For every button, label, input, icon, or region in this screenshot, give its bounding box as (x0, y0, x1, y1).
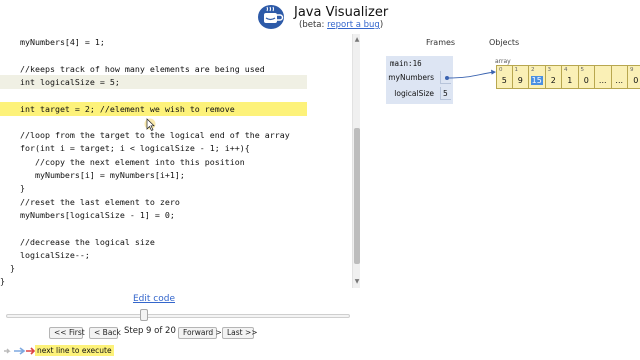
var-value-mynumbers (440, 71, 451, 84)
array-cell: 2 15 (529, 65, 546, 89)
header: Java Visualizer (beta: report a bug) (0, 0, 640, 34)
first-button[interactable]: << First (49, 327, 85, 339)
array-cell-index: 1 (514, 67, 519, 73)
array-type-label: array (495, 58, 511, 65)
scroll-down-icon[interactable]: ▼ (353, 278, 360, 286)
code-line: } (0, 263, 15, 274)
arrow-legend-icon (4, 347, 36, 355)
subtitle-suffix: ) (379, 20, 384, 30)
var-name-logicalsize: logicalSize (394, 89, 434, 98)
coffee-cup-logo (258, 5, 284, 29)
code-panel: myNumbers[4] = 1; //keeps track of how m… (0, 34, 360, 288)
legend-label: next line to execute (35, 345, 114, 356)
code-line: //keeps track of how many elements are b… (0, 63, 265, 74)
array-cell-value: ... (615, 76, 624, 85)
array-cell-index: 0 (499, 67, 503, 73)
array-cell-value: ... (598, 76, 607, 85)
array-cell: 19 (512, 65, 529, 89)
code-line: logicalSize--; (0, 249, 90, 260)
array-cell-index: 4 (564, 67, 568, 73)
array-cell: 05 (496, 65, 513, 89)
code-area: myNumbers[4] = 1; //keeps track of how m… (0, 34, 350, 288)
code-line: //reset the last element to zero (0, 196, 180, 207)
code-line: myNumbers[logicalSize - 1] = 0; (0, 209, 175, 220)
frames-header: Frames (426, 38, 456, 47)
objects-header: Objects (489, 38, 520, 47)
array-cell: 32 (545, 65, 562, 89)
code-line: myNumbers[i] = myNumbers[i+1]; (0, 170, 185, 180)
report-bug-link[interactable]: report a bug (327, 20, 380, 30)
array-cell-value: 5 (501, 76, 507, 85)
last-button[interactable]: Last >> (222, 327, 258, 339)
array-cell: ... (595, 65, 612, 89)
code-line-previous: int logicalSize = 5; (0, 74, 307, 89)
array-cell-value: 1 (567, 76, 573, 85)
array-cell-value: 2 (550, 76, 556, 85)
step-slider-track[interactable] (6, 314, 350, 318)
step-slider-handle[interactable] (139, 309, 148, 321)
app-title: Java Visualizer (294, 5, 389, 20)
array-cell-index: 3 (547, 67, 552, 73)
code-line: for(int i = target; i < logicalSize - 1;… (0, 143, 250, 154)
code-line: //copy the next element into this positi… (0, 156, 245, 167)
back-button[interactable]: < Back (89, 327, 121, 339)
frame-name: main:16 (390, 59, 422, 68)
array-cell-value: 0 (583, 76, 589, 85)
array-cell-value: 0 (633, 76, 639, 85)
code-line: //decrease the logical size (0, 236, 155, 247)
subtitle: (beta: report a bug) (299, 20, 383, 30)
var-name-mynumbers: myNumbers (388, 73, 434, 82)
subtitle-prefix: (beta: (299, 20, 328, 30)
code-line: } (0, 183, 25, 194)
array-cell: 41 (562, 65, 579, 89)
code-scrollbar[interactable]: ▲ ▼ (352, 34, 360, 288)
pointer-line (447, 71, 496, 79)
visualization-panel: Frames Objects main:16 myNumbers logical… (362, 34, 640, 288)
array-cell-index: 5 (580, 67, 585, 73)
edit-code-link[interactable]: Edit code (133, 294, 175, 304)
array-cell-value: 9 (517, 76, 523, 85)
array-cell-index: 9 (630, 67, 634, 73)
code-line: myNumbers[4] = 1; (0, 37, 105, 47)
array-cell-value-highlighted: 15 (531, 76, 543, 85)
array-cell: 90 (628, 65, 640, 89)
scroll-up-icon[interactable]: ▲ (353, 36, 360, 44)
code-line-current: int target = 2; //element we wish to rem… (0, 101, 307, 116)
mouse-cursor-icon (144, 118, 156, 131)
array-cell-index: 2 (531, 67, 535, 73)
code-line: } (0, 276, 5, 287)
stack-frame: main:16 myNumbers logicalSize 5 (386, 56, 453, 104)
array-cell: ... (611, 65, 628, 89)
array-cell: 50 (578, 65, 595, 89)
array-object: 0 5 1 9 2 15 3 2 4 1 5 0...... 9 0 (496, 65, 640, 89)
step-counter: Step 9 of 20 (124, 326, 176, 336)
scrollbar-thumb[interactable] (354, 128, 360, 264)
forward-button[interactable]: Forward > (178, 327, 222, 339)
var-value-logicalsize: 5 (440, 87, 451, 100)
